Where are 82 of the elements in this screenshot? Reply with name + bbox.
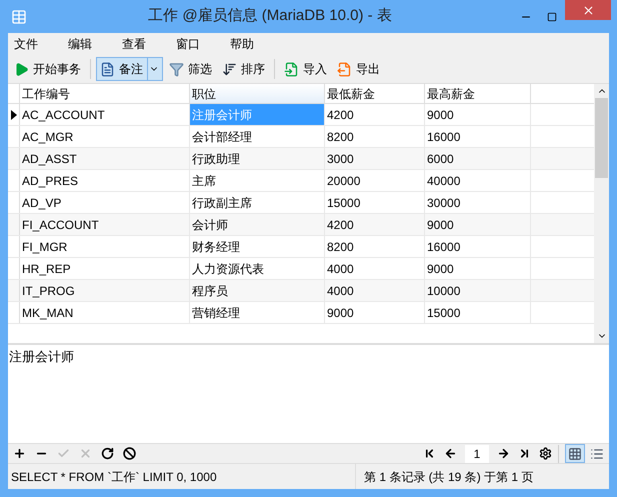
- table-cell: MK_MAN: [20, 302, 190, 323]
- table-cell: 9000: [425, 104, 531, 125]
- table-cell: 15000: [325, 192, 425, 213]
- toolbar-button[interactable]: 备注: [96, 57, 163, 81]
- menu-item[interactable]: 查看: [121, 35, 175, 53]
- list-icon: [590, 446, 604, 460]
- table-cell: 40000: [425, 170, 531, 191]
- table-cell: 15000: [425, 302, 531, 323]
- table-cell: 行政助理: [190, 148, 325, 169]
- table-cell: 4000: [325, 258, 425, 279]
- table-cell: FI_MGR: [20, 236, 190, 257]
- page-field[interactable]: 1: [465, 444, 489, 462]
- column-header[interactable]: 职位: [190, 84, 325, 103]
- add-icon[interactable]: [13, 447, 26, 460]
- column-header[interactable]: 最低薪金: [325, 84, 425, 103]
- table-cell: 财务经理: [190, 236, 325, 257]
- toolbar-button[interactable]: 开始事务: [10, 57, 85, 81]
- table-cell: 9000: [425, 258, 531, 279]
- table-cell: 3000: [325, 148, 425, 169]
- settings-icon[interactable]: [539, 447, 552, 460]
- table-cell: 4000: [325, 280, 425, 301]
- table-cell: 9000: [425, 214, 531, 235]
- table-cell: 4200: [325, 214, 425, 235]
- sort-icon: [222, 62, 237, 76]
- table-cell: 主席: [190, 170, 325, 191]
- toolbar-button[interactable]: 导入: [280, 57, 331, 81]
- window-title: 工作 @雇员信息 (MariaDB 10.0) - 表: [147, 6, 393, 26]
- grid-icon: [568, 446, 582, 460]
- toolbar-button[interactable]: 导出: [333, 57, 384, 81]
- play-icon: [14, 62, 29, 76]
- filter-icon: [169, 62, 184, 76]
- table-cell: FI_ACCOUNT: [20, 214, 190, 235]
- table-cell: 人力资源代表: [190, 258, 325, 279]
- maximize-icon: [547, 12, 557, 22]
- memo-field[interactable]: 注册会计师: [8, 343, 609, 443]
- table-cell: 行政副主席: [190, 192, 325, 213]
- table-cell: 10000: [425, 280, 531, 301]
- scrollbar[interactable]: [594, 84, 609, 343]
- table-icon: [11, 8, 27, 24]
- table-cell: 注册会计师: [190, 104, 325, 125]
- table-cell: AD_PRES: [20, 170, 190, 191]
- close-icon: [582, 4, 594, 16]
- menu-item[interactable]: 帮助: [229, 35, 283, 53]
- table-cell: 8200: [325, 126, 425, 147]
- table-cell: 16000: [425, 126, 531, 147]
- table-cell: 30000: [425, 192, 531, 213]
- toolbar-button[interactable]: 筛选: [165, 57, 216, 81]
- next-page-icon[interactable]: [497, 447, 510, 460]
- export-icon: [337, 62, 352, 76]
- table-cell: 20000: [325, 170, 425, 191]
- column-header[interactable]: 最高薪金: [425, 84, 531, 103]
- table-cell: HR_REP: [20, 258, 190, 279]
- import-icon: [284, 62, 299, 76]
- refresh-icon[interactable]: [101, 447, 114, 460]
- table-cell: 程序员: [190, 280, 325, 301]
- record-count: 第 1 条记录 (共 19 条) 于第 1 页: [363, 468, 534, 486]
- grid-view-button[interactable]: [565, 444, 585, 463]
- toolbar-button[interactable]: 排序: [218, 57, 269, 81]
- menu-item[interactable]: 文件: [13, 35, 67, 53]
- column-header[interactable]: 工作编号: [20, 84, 190, 103]
- menu-item[interactable]: 编辑: [67, 35, 121, 53]
- table-cell: 会计部经理: [190, 126, 325, 147]
- table-cell: 16000: [425, 236, 531, 257]
- table-cell: 6000: [425, 148, 531, 169]
- table-cell: IT_PROG: [20, 280, 190, 301]
- table-cell: AD_ASST: [20, 148, 190, 169]
- close-button[interactable]: [565, 0, 611, 20]
- previous-page-icon[interactable]: [444, 447, 457, 460]
- row-marker-icon: [10, 110, 16, 120]
- first-page-icon[interactable]: [423, 447, 436, 460]
- table-cell: AC_MGR: [20, 126, 190, 147]
- table-cell: 8200: [325, 236, 425, 257]
- sql-query: SELECT * FROM `工作` LIMIT 0, 1000: [10, 468, 218, 486]
- menu-item[interactable]: 窗口: [175, 35, 229, 53]
- table-cell: 4200: [325, 104, 425, 125]
- stop-icon[interactable]: [123, 447, 136, 460]
- table-cell: 9000: [325, 302, 425, 323]
- table-cell: AD_VP: [20, 192, 190, 213]
- last-page-icon[interactable]: [518, 447, 531, 460]
- document-icon: [100, 62, 115, 76]
- table-cell: 会计师: [190, 214, 325, 235]
- table-cell: 营销经理: [190, 302, 325, 323]
